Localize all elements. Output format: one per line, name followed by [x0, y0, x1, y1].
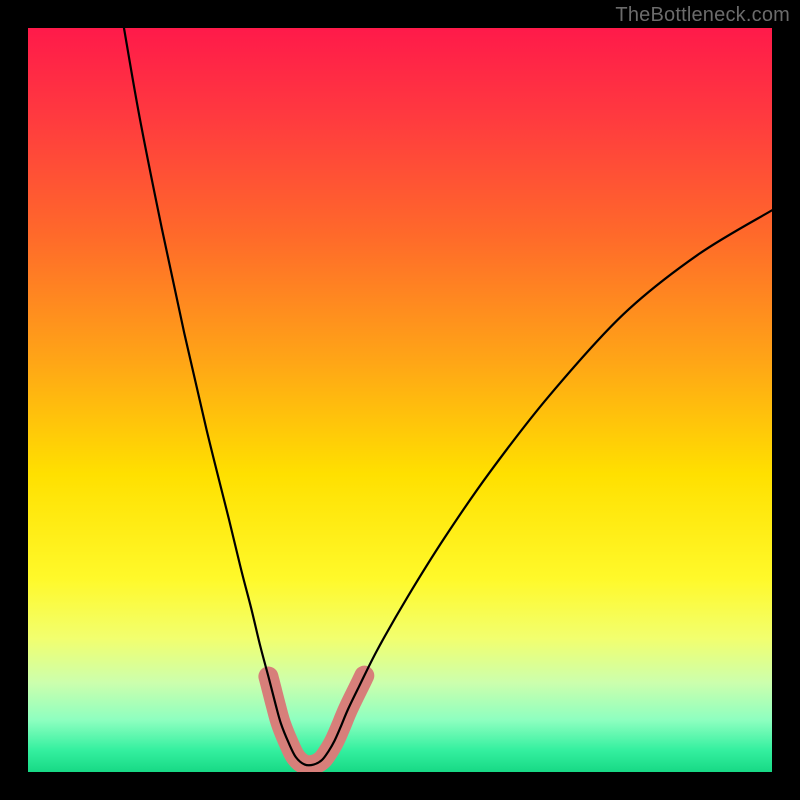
attribution-text: TheBottleneck.com	[615, 4, 790, 27]
chart-plot-area	[28, 28, 772, 772]
chart-svg	[28, 28, 772, 772]
chart-background	[28, 28, 772, 772]
chart-frame: TheBottleneck.com	[0, 0, 800, 800]
